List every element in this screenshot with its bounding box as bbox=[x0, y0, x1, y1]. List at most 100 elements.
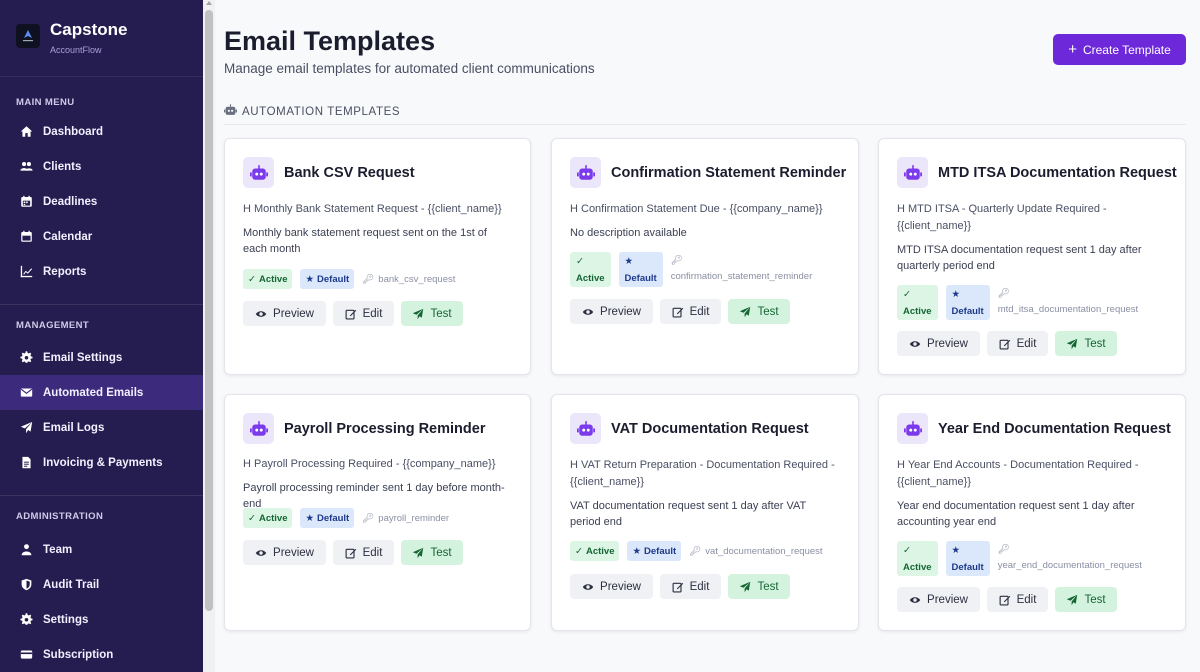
test-button[interactable]: Test bbox=[1055, 331, 1117, 356]
test-button[interactable]: Test bbox=[1055, 587, 1117, 612]
template-card: VAT Documentation Request H VAT Return P… bbox=[551, 394, 859, 631]
sidebar-item-email-settings[interactable]: Email Settings bbox=[0, 340, 203, 375]
key-icon: 🔑︎ bbox=[670, 255, 683, 266]
check-icon: ✓ bbox=[248, 273, 256, 285]
eye-icon bbox=[255, 549, 267, 556]
sidebar-item-clients[interactable]: Clients bbox=[0, 149, 203, 184]
test-button[interactable]: Test bbox=[401, 540, 463, 565]
sidebar-item-label: Clients bbox=[43, 160, 82, 173]
sidebar-item-subscription[interactable]: Subscription bbox=[0, 637, 203, 672]
edit-icon bbox=[672, 582, 683, 592]
robot-icon bbox=[570, 157, 601, 188]
template-title: Bank CSV Request bbox=[284, 164, 415, 181]
sidebar-item-label: Automated Emails bbox=[43, 386, 144, 399]
template-card: Bank CSV Request H Monthly Bank Statemen… bbox=[224, 138, 531, 375]
check-icon: ✓ bbox=[903, 288, 911, 300]
sidebar-item-deadlines[interactable]: Deadlines bbox=[0, 184, 203, 219]
preview-button[interactable]: Preview bbox=[570, 574, 653, 599]
create-template-button[interactable]: + Create Template bbox=[1053, 34, 1186, 65]
robot-icon bbox=[224, 104, 237, 119]
sidebar-item-audit-trail[interactable]: Audit Trail bbox=[0, 567, 203, 602]
brand[interactable]: Capstone AccountFlow bbox=[0, 0, 203, 77]
star-icon: ★ bbox=[632, 545, 642, 557]
status-badge-default: ★ Default bbox=[300, 508, 355, 528]
status-badge-active: ✓ Active bbox=[897, 285, 938, 320]
check-icon: ✓ bbox=[576, 255, 584, 267]
sidebar-scrollbar[interactable] bbox=[203, 0, 215, 672]
edit-button[interactable]: Edit bbox=[333, 540, 394, 565]
sidebar-item-calendar[interactable]: Calendar bbox=[0, 219, 203, 254]
template-title: Payroll Processing Reminder bbox=[284, 420, 486, 437]
gear-icon bbox=[19, 613, 33, 627]
edit-button[interactable]: Edit bbox=[333, 301, 394, 326]
users-icon bbox=[19, 160, 33, 174]
check-icon: ✓ bbox=[903, 544, 911, 556]
section-label: AUTOMATION TEMPLATES bbox=[242, 105, 401, 118]
sidebar-item-label: Audit Trail bbox=[43, 578, 100, 591]
sidebar-item-dashboard[interactable]: Dashboard bbox=[0, 114, 203, 149]
nav-section-management: MANAGEMENT bbox=[16, 320, 90, 331]
star-icon: ★ bbox=[951, 288, 961, 300]
invoice-icon bbox=[19, 456, 33, 470]
edit-button[interactable]: Edit bbox=[660, 574, 721, 599]
preview-button[interactable]: Preview bbox=[243, 301, 326, 326]
test-button[interactable]: Test bbox=[728, 299, 790, 324]
preview-button[interactable]: Preview bbox=[243, 540, 326, 565]
sidebar-item-team[interactable]: Team bbox=[0, 532, 203, 567]
template-key: 🔑︎ mtd_itsa_documentation_request bbox=[997, 288, 1139, 315]
robot-icon bbox=[243, 413, 274, 444]
key-icon: 🔑︎ bbox=[997, 288, 1010, 299]
section-heading: AUTOMATION TEMPLATES bbox=[224, 104, 400, 119]
edit-button[interactable]: Edit bbox=[987, 331, 1048, 356]
eye-icon bbox=[909, 340, 921, 347]
test-button[interactable]: Test bbox=[401, 301, 463, 326]
sidebar-item-automated-emails[interactable]: Automated Emails bbox=[0, 375, 203, 410]
key-icon: 🔑︎ bbox=[689, 545, 702, 557]
scroll-thumb[interactable] bbox=[205, 10, 213, 611]
shield-icon bbox=[19, 578, 33, 592]
main-content: Email Templates Manage email templates f… bbox=[215, 0, 1200, 672]
eye-icon bbox=[582, 308, 594, 315]
sidebar-item-settings[interactable]: Settings bbox=[0, 602, 203, 637]
template-description: No description available bbox=[570, 227, 687, 239]
star-icon: ★ bbox=[305, 273, 315, 285]
paper-plane-icon bbox=[413, 547, 424, 558]
edit-button[interactable]: Edit bbox=[987, 587, 1048, 612]
card-icon bbox=[19, 648, 33, 662]
preview-button[interactable]: Preview bbox=[570, 299, 653, 324]
template-key: 🔑︎ bank_csv_request bbox=[362, 273, 456, 285]
sidebar-item-label: Reports bbox=[43, 265, 87, 278]
scroll-up-arrow-icon[interactable] bbox=[206, 1, 212, 5]
check-icon: ✓ bbox=[575, 545, 583, 557]
envelope-icon bbox=[19, 386, 33, 400]
template-description: Monthly bank statement request sent on t… bbox=[243, 227, 487, 255]
key-icon: 🔑︎ bbox=[362, 273, 375, 285]
edit-icon bbox=[345, 548, 356, 558]
preview-button[interactable]: Preview bbox=[897, 331, 980, 356]
sidebar-item-label: Email Logs bbox=[43, 421, 105, 434]
status-badge-default: ★ Default bbox=[945, 541, 990, 576]
sidebar-item-reports[interactable]: Reports bbox=[0, 254, 203, 289]
sidebar: Capstone AccountFlow MAIN MENU Dashboard… bbox=[0, 0, 203, 672]
eye-icon bbox=[255, 310, 267, 317]
template-key: 🔑︎ year_end_documentation_request bbox=[997, 544, 1142, 571]
template-title: Confirmation Statement Reminder bbox=[611, 164, 847, 181]
gear-icon bbox=[19, 351, 33, 365]
nav-section-administration: ADMINISTRATION bbox=[16, 511, 104, 522]
heading-icon: H bbox=[897, 203, 908, 215]
sidebar-item-invoicing[interactable]: Invoicing & Payments bbox=[0, 445, 203, 480]
test-button[interactable]: Test bbox=[728, 574, 790, 599]
sidebar-item-email-logs[interactable]: Email Logs bbox=[0, 410, 203, 445]
paper-plane-icon bbox=[1067, 594, 1078, 605]
template-description: Year end documentation request sent 1 da… bbox=[897, 500, 1135, 528]
brand-name: Capstone bbox=[50, 20, 128, 39]
template-key: 🔑︎ vat_documentation_request bbox=[689, 545, 823, 557]
page-title: Email Templates bbox=[224, 26, 436, 56]
status-badge-active: ✓ Active bbox=[897, 541, 938, 576]
status-badge-default: ★ Default bbox=[627, 541, 682, 561]
edit-button[interactable]: Edit bbox=[660, 299, 721, 324]
status-badge-default: ★ Default bbox=[300, 269, 355, 289]
template-subject: H Payroll Processing Required - {{compan… bbox=[243, 458, 496, 470]
template-key: 🔑︎ confirmation_statement_reminder bbox=[670, 255, 813, 282]
preview-button[interactable]: Preview bbox=[897, 587, 980, 612]
